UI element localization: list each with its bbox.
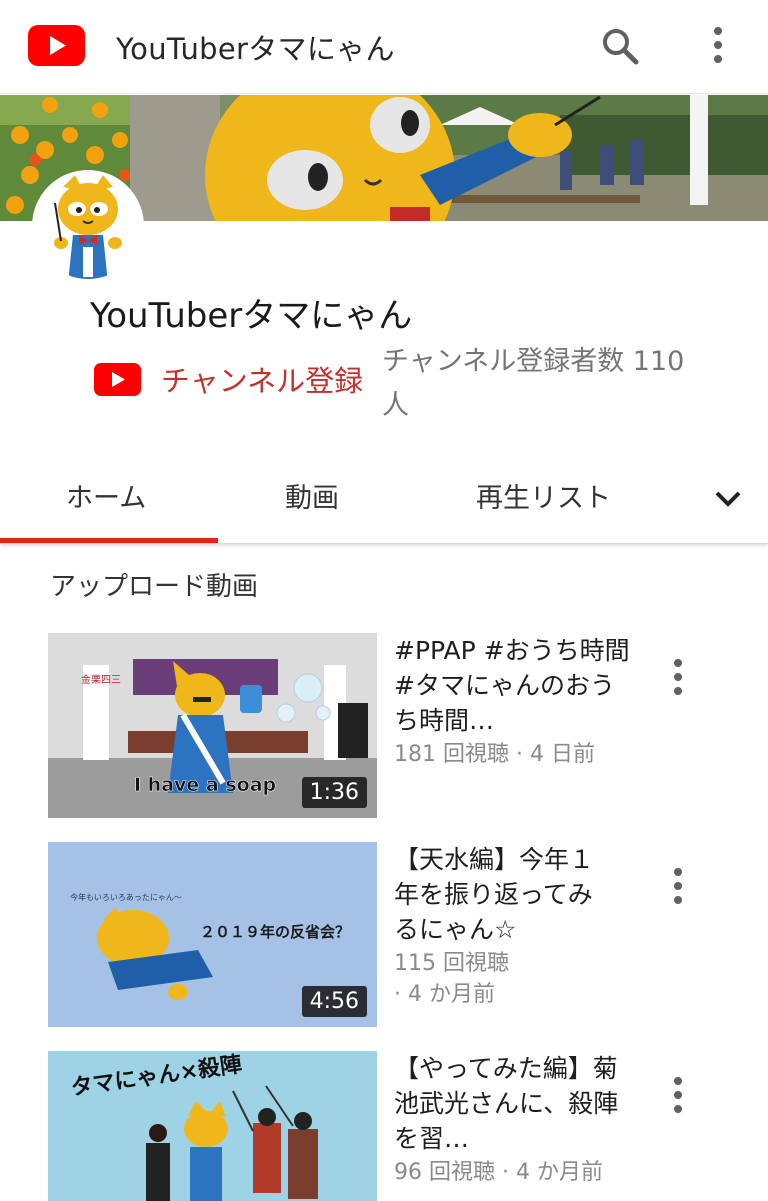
thumbnail-banner-text: 金栗四三 — [81, 673, 121, 686]
video-duration: 4:56 — [301, 986, 367, 1017]
video-item[interactable]: 金栗四三 I have a soap 1:36 #PPAP #おうち時間 #タマ… — [0, 633, 768, 823]
video-title[interactable]: #PPAP #おうち時間 #タマにゃんのおうち時間… — [394, 633, 634, 738]
app-bar-title: YouTuberタマにゃん — [116, 32, 395, 66]
tab-home[interactable]: ホーム — [66, 476, 146, 515]
video-meta: 181 回視聴 · 4 日前 — [394, 742, 595, 767]
tab-playlists[interactable]: 再生リスト — [476, 476, 611, 515]
avatar-image — [35, 173, 141, 279]
channel-tabs: ホーム 動画 再生リスト — [0, 452, 768, 544]
thumbnail-image: タマにゃん×殺陣 — [48, 1051, 377, 1201]
video-meta: 96 回視聴 · 4 か月前 — [394, 1160, 603, 1185]
search-icon[interactable] — [598, 24, 642, 68]
channel-avatar[interactable] — [32, 170, 144, 282]
more-vert-icon[interactable] — [664, 866, 692, 906]
video-meta: 115 回視聴 — [394, 951, 509, 976]
thumbnail-caption: ２０１９年の反省会？ — [200, 923, 350, 941]
subscriber-count: チャンネル登録者数 110 人 — [382, 346, 685, 421]
app-bar: YouTuberタマにゃん — [0, 0, 768, 94]
video-thumbnail[interactable]: 今年もいろいろあったにゃん～ ２０１９年の反省会？ 4:56 — [48, 842, 377, 1027]
tab-selected-indicator — [0, 538, 218, 543]
channel-name: YouTuberタマにゃん — [90, 296, 413, 336]
thumbnail-small-text: 今年もいろいろあったにゃん～ — [70, 892, 182, 902]
video-thumbnail[interactable]: タマにゃん×殺陣 — [48, 1051, 377, 1201]
chevron-down-icon[interactable] — [708, 478, 748, 518]
tab-videos[interactable]: 動画 — [285, 476, 339, 515]
youtube-logo-icon[interactable] — [28, 25, 85, 66]
more-vert-icon[interactable] — [664, 1075, 692, 1115]
video-duration: 1:36 — [301, 777, 367, 808]
subscribe-label: チャンネル登録 — [161, 364, 364, 398]
subscribe-button[interactable]: チャンネル登録 — [94, 358, 363, 400]
video-title[interactable]: 【天水編】今年１年を振り返ってみるにゃん☆ — [394, 842, 604, 947]
section-title: アップロード動画 — [50, 572, 259, 602]
video-meta-age: · 4 か月前 — [394, 982, 495, 1007]
video-item[interactable]: タマにゃん×殺陣 【やってみた編】菊池武光さんに、殺陣を習… 96 回視聴 · … — [0, 1051, 768, 1201]
video-thumbnail[interactable]: 金栗四三 I have a soap 1:36 — [48, 633, 377, 818]
youtube-subscribe-icon — [94, 362, 141, 396]
more-vert-icon[interactable] — [700, 24, 736, 68]
video-item[interactable]: 今年もいろいろあったにゃん～ ２０１９年の反省会？ 4:56 【天水編】今年１年… — [0, 842, 768, 1032]
thumbnail-caption: I have a soap — [134, 774, 276, 796]
video-title[interactable]: 【やってみた編】菊池武光さんに、殺陣を習… — [394, 1051, 619, 1156]
more-vert-icon[interactable] — [664, 657, 692, 697]
